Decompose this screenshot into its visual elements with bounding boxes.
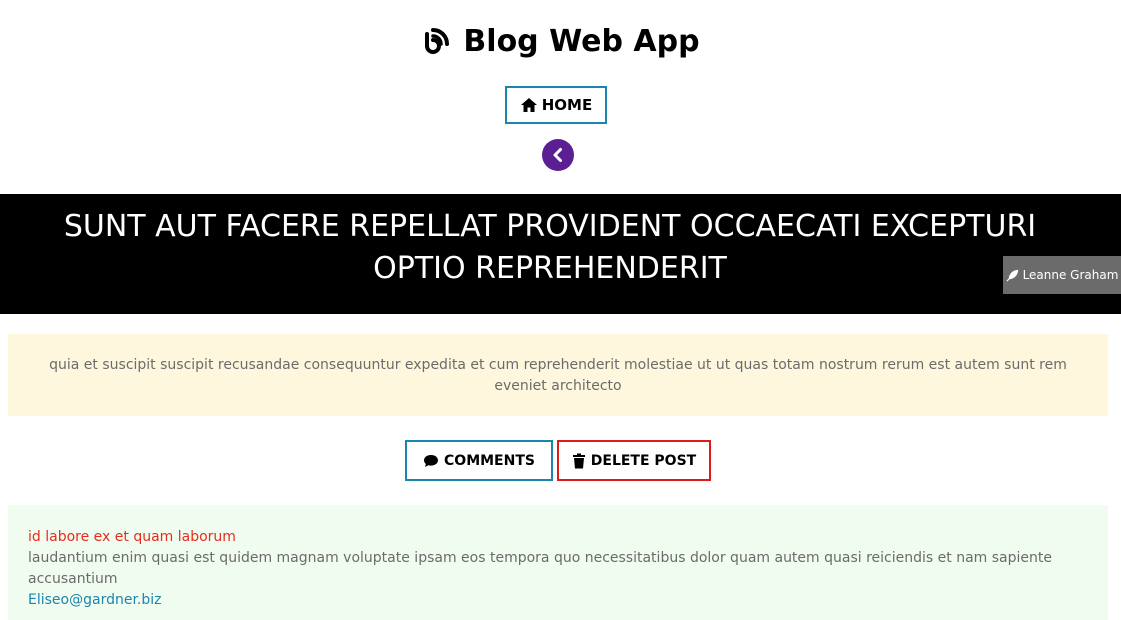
comments-button[interactable]: COMMENTS: [405, 440, 553, 481]
post-actions: COMMENTS DELETE POST: [0, 440, 1121, 481]
delete-post-button[interactable]: DELETE POST: [557, 440, 711, 481]
comment-name: id labore ex et quam laborum: [28, 529, 236, 545]
house-icon: [520, 98, 537, 112]
chevron-left-circle-icon: [553, 148, 562, 162]
comment-bubble-icon: [424, 454, 439, 467]
home-button[interactable]: HOME: [505, 86, 607, 124]
author-name: Leanne Graham: [1022, 268, 1119, 282]
comments-button-label: COMMENTS: [444, 452, 535, 469]
post-header: SUNT AUT FACERE REPELLAT PROVIDENT OCCAE…: [0, 194, 1121, 314]
delete-post-button-label: DELETE POST: [590, 452, 697, 469]
author-badge[interactable]: Leanne Graham: [1003, 256, 1121, 294]
app-header: Blog Web App: [0, 0, 1121, 82]
comment-body: laudantium enim quasi est quidem magnam …: [28, 550, 1052, 587]
post-body: quia et suscipit suscipit recusandae con…: [8, 334, 1108, 416]
post-title: SUNT AUT FACERE REPELLAT PROVIDENT OCCAE…: [63, 209, 1037, 286]
blog-rss-icon: [425, 28, 450, 54]
back-button[interactable]: [542, 139, 574, 171]
comment-card: id labore ex et quam laborum laudantium …: [8, 505, 1108, 620]
trash-icon: [572, 453, 585, 468]
home-button-label: HOME: [541, 96, 593, 114]
comment-email-link[interactable]: Eliseo@gardner.biz: [28, 590, 1088, 611]
app-title: Blog Web App: [463, 23, 700, 59]
feather-pen-icon: [1006, 269, 1018, 281]
